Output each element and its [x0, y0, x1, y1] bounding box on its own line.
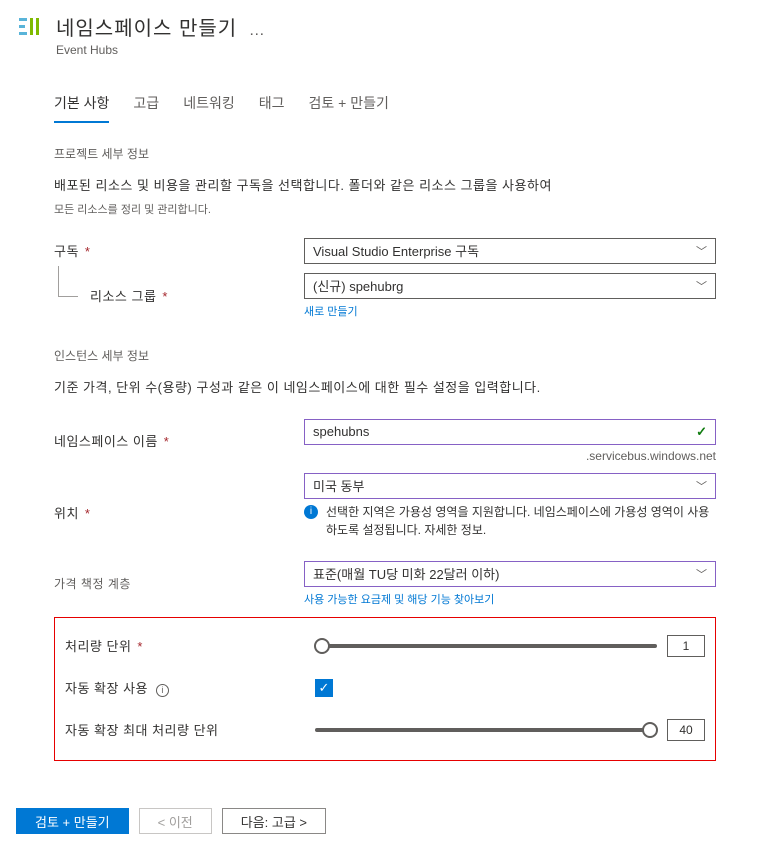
create-new-link[interactable]: 새로 만들기 — [304, 303, 716, 319]
next-button[interactable]: 다음: 고급 > — [222, 808, 326, 834]
namespace-label: 네임스페이스 이름* — [54, 431, 304, 450]
tab-basics[interactable]: 기본 사항 — [54, 89, 109, 117]
more-button[interactable]: … — [249, 22, 265, 39]
auto-inflate-checkbox[interactable]: ✓ — [315, 679, 333, 697]
subscription-row: 구독* Visual Studio Enterprise 구독 ﹀ — [54, 237, 716, 265]
location-info-text: 선택한 지역은 가용성 영역을 지원합니다. 네임스페이스에 가용성 영역이 사… — [326, 503, 716, 539]
pricing-link[interactable]: 사용 가능한 요금제 및 해당 기능 찾아보기 — [304, 591, 716, 607]
page-header: 네임스페이스 만들기 … Event Hubs — [0, 0, 770, 65]
throughput-value[interactable]: 1 — [667, 635, 705, 657]
chevron-down-icon: ﹀ — [696, 243, 707, 259]
auto-inflate-row: 자동 확장 사용 i ✓ — [65, 674, 705, 702]
throughput-units-row: 처리량 단위* 1 — [65, 632, 705, 660]
location-info-row: i 선택한 지역은 가용성 영역을 지원합니다. 네임스페이스에 가용성 영역이… — [304, 503, 716, 539]
chevron-down-icon: ﹀ — [696, 478, 707, 494]
section-instance-title: 인스턴스 세부 정보 — [54, 347, 716, 364]
tab-tags[interactable]: 태그 — [259, 89, 285, 117]
chevron-down-icon: ﹀ — [696, 566, 707, 582]
resource-group-row: 리소스 그룹* (신규) spehubrg ﹀ 새로 만들기 — [54, 273, 716, 319]
max-throughput-row: 자동 확장 최대 처리량 단위 40 — [65, 716, 705, 744]
form-content: 프로젝트 세부 정보 배포된 리소스 및 비용을 관리할 구독을 선택합니다. … — [0, 145, 770, 761]
slider-thumb[interactable] — [314, 638, 330, 654]
throughput-slider[interactable] — [315, 644, 657, 648]
header-titles: 네임스페이스 만들기 … Event Hubs — [56, 12, 754, 57]
tab-networking[interactable]: 네트워킹 — [183, 89, 235, 117]
throughput-highlight-box: 처리량 단위* 1 자동 확장 사용 i ✓ 자동 확장 최대 처리량 단위 — [54, 617, 716, 761]
resource-group-select[interactable]: (신규) spehubrg ﹀ — [304, 273, 716, 299]
info-icon[interactable]: i — [156, 684, 169, 697]
slider-thumb[interactable] — [642, 722, 658, 738]
location-row: 위치* 미국 동부 ﹀ i 선택한 지역은 가용성 영역을 지원합니다. 네임스… — [54, 473, 716, 553]
section-project-desc-sub: 모든 리소스를 정리 및 관리합니다. — [54, 201, 716, 217]
namespace-icon — [16, 14, 44, 42]
tab-advanced[interactable]: 고급 — [133, 89, 159, 117]
resource-group-label: 리소스 그룹* — [54, 286, 304, 305]
info-icon: i — [304, 505, 318, 519]
page-title: 네임스페이스 만들기 — [56, 18, 237, 40]
check-icon: ✓ — [696, 424, 707, 440]
tab-bar: 기본 사항 고급 네트워킹 태그 검토 + 만들기 — [0, 89, 770, 117]
subscription-select[interactable]: Visual Studio Enterprise 구독 ﹀ — [304, 238, 716, 264]
review-create-button[interactable]: 검토 + 만들기 — [16, 808, 129, 834]
footer-buttons: 검토 + 만들기 < 이전 다음: 고급 > — [16, 808, 326, 834]
tab-review[interactable]: 검토 + 만들기 — [308, 89, 388, 117]
location-select[interactable]: 미국 동부 ﹀ — [304, 473, 716, 499]
subscription-label: 구독* — [54, 241, 304, 260]
max-throughput-label: 자동 확장 최대 처리량 단위 — [65, 720, 315, 739]
namespace-input[interactable]: spehubns ✓ — [304, 419, 716, 445]
section-instance-desc: 기준 가격, 단위 수(용량) 구성과 같은 이 네임스페이스에 대한 필수 설… — [54, 378, 716, 399]
max-throughput-slider[interactable] — [315, 728, 657, 732]
section-project-title: 프로젝트 세부 정보 — [54, 145, 716, 162]
namespace-row: 네임스페이스 이름* spehubns ✓ .servicebus.window… — [54, 419, 716, 463]
previous-button: < 이전 — [139, 808, 212, 834]
auto-inflate-label: 자동 확장 사용 i — [65, 678, 315, 697]
pricing-label: 가격 책정 계층 — [54, 575, 304, 592]
throughput-units-label: 처리량 단위* — [65, 636, 315, 655]
pricing-row: 가격 책정 계층 표준(매월 TU당 미화 22달러 이하) ﹀ 사용 가능한 … — [54, 561, 716, 607]
namespace-suffix: .servicebus.windows.net — [304, 449, 716, 463]
max-throughput-value[interactable]: 40 — [667, 719, 705, 741]
pricing-select[interactable]: 표준(매월 TU당 미화 22달러 이하) ﹀ — [304, 561, 716, 587]
chevron-down-icon: ﹀ — [696, 278, 707, 294]
page-subtitle: Event Hubs — [56, 43, 754, 57]
location-label: 위치* — [54, 503, 304, 522]
section-project-desc: 배포된 리소스 및 비용을 관리할 구독을 선택합니다. 폴더와 같은 리소스 … — [54, 176, 716, 197]
